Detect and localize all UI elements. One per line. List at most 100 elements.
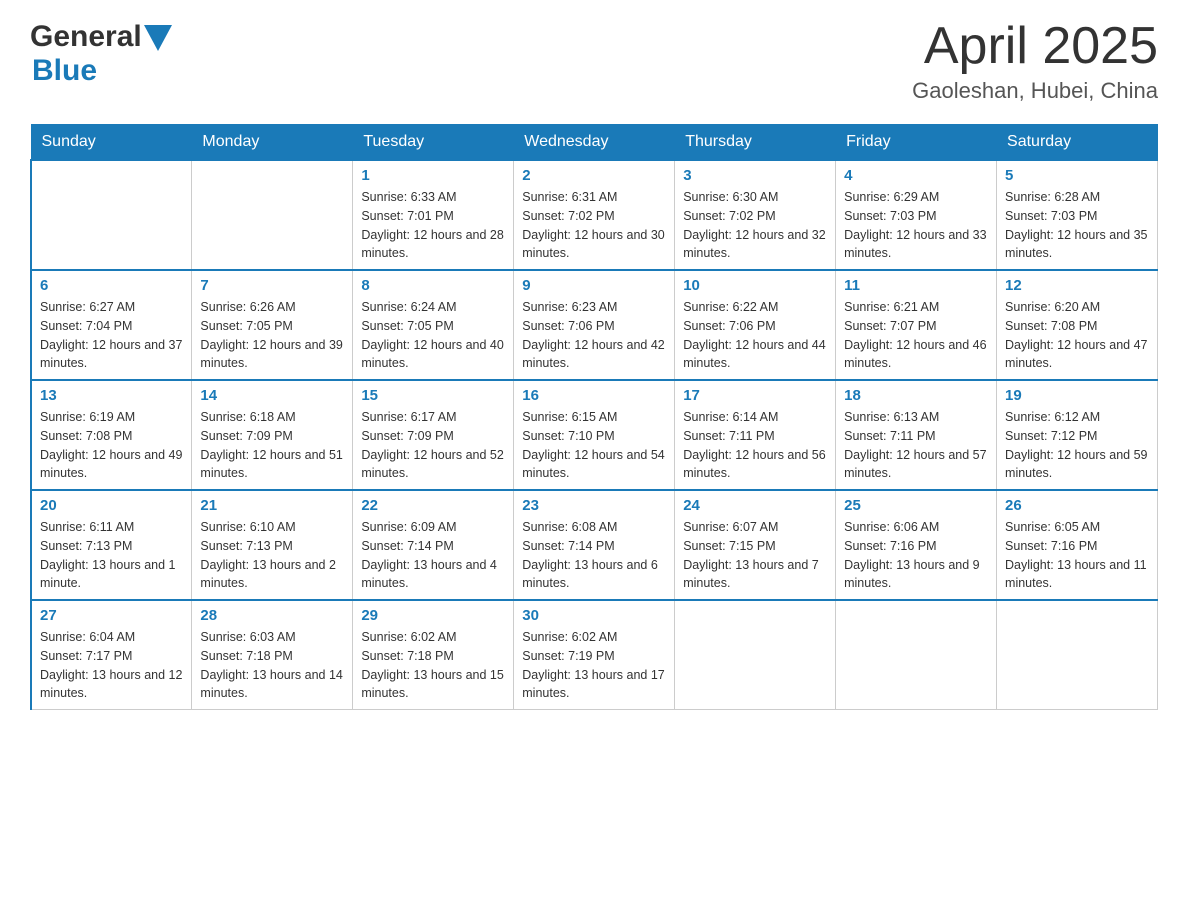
sunrise-text: Sunrise: 6:03 AM [200,628,344,647]
sunrise-text: Sunrise: 6:15 AM [522,408,666,427]
day-info: Sunrise: 6:30 AMSunset: 7:02 PMDaylight:… [683,188,827,263]
day-number: 24 [683,497,827,514]
sunrise-text: Sunrise: 6:13 AM [844,408,988,427]
sunrise-text: Sunrise: 6:31 AM [522,188,666,207]
calendar-cell: 19 Sunrise: 6:12 AMSunset: 7:12 PMDayligh… [997,380,1158,490]
day-number: 10 [683,277,827,294]
sunrise-text: Sunrise: 6:05 AM [1005,518,1149,537]
calendar-cell: 8 Sunrise: 6:24 AMSunset: 7:05 PMDaylight… [353,270,514,380]
sunrise-text: Sunrise: 6:20 AM [1005,298,1149,317]
calendar-cell: 20Sunrise: 6:11 AMSunset: 7:13 PMDayligh… [31,490,192,600]
day-number: 1 [361,167,505,184]
sunrise-text: Sunrise: 6:06 AM [844,518,988,537]
col-header-thursday: Thursday [675,125,836,161]
sunset-text: Sunset: 7:09 PM [200,427,344,446]
day-number: 2 [522,167,666,184]
calendar-cell: 13 Sunrise: 6:19 AMSunset: 7:08 PMDayligh… [31,380,192,490]
day-number: 15 [361,387,505,404]
sunset-text: Sunset: 7:01 PM [361,207,505,226]
daylight-text: Daylight: 12 hours and 59 minutes. [1005,446,1149,484]
daylight-text: Daylight: 12 hours and 40 minutes. [361,336,505,374]
col-header-monday: Monday [192,125,353,161]
calendar-header-row: SundayMondayTuesdayWednesdayThursdayFrid… [31,125,1158,161]
sunset-text: Sunset: 7:08 PM [1005,317,1149,336]
sunset-text: Sunset: 7:19 PM [522,647,666,666]
daylight-text: Daylight: 12 hours and 39 minutes. [200,336,344,374]
logo-triangle-icon [144,25,172,51]
col-header-tuesday: Tuesday [353,125,514,161]
day-info: Sunrise: 6:26 AMSunset: 7:05 PMDaylight:… [200,298,344,373]
daylight-text: Daylight: 12 hours and 56 minutes. [683,446,827,484]
sunrise-text: Sunrise: 6:04 AM [40,628,183,647]
sunset-text: Sunset: 7:16 PM [1005,537,1149,556]
daylight-text: Daylight: 13 hours and 12 minutes. [40,666,183,704]
day-number: 22 [361,497,505,514]
daylight-text: Daylight: 13 hours and 1 minute. [40,556,183,594]
calendar-cell: 1 Sunrise: 6:33 AMSunset: 7:01 PMDaylight… [353,160,514,270]
calendar-week-row: 20Sunrise: 6:11 AMSunset: 7:13 PMDayligh… [31,490,1158,600]
day-info: Sunrise: 6:12 AMSunset: 7:12 PMDaylight:… [1005,408,1149,483]
sunrise-text: Sunrise: 6:14 AM [683,408,827,427]
calendar-cell: 15 Sunrise: 6:17 AMSunset: 7:09 PMDayligh… [353,380,514,490]
sunrise-text: Sunrise: 6:19 AM [40,408,183,427]
day-number: 25 [844,497,988,514]
day-info: Sunrise: 6:17 AMSunset: 7:09 PMDaylight:… [361,408,505,483]
day-number: 16 [522,387,666,404]
day-number: 27 [40,607,183,624]
calendar-cell [31,160,192,270]
sunrise-text: Sunrise: 6:28 AM [1005,188,1149,207]
logo-blue-text: Blue [32,54,97,87]
calendar-cell: 6Sunrise: 6:27 AMSunset: 7:04 PMDaylight… [31,270,192,380]
page-header: General Blue April 2025 Gaoleshan, Hubei… [30,20,1158,104]
sunset-text: Sunset: 7:17 PM [40,647,183,666]
day-number: 13 [40,387,183,404]
sunrise-text: Sunrise: 6:09 AM [361,518,505,537]
sunrise-text: Sunrise: 6:29 AM [844,188,988,207]
day-number: 7 [200,277,344,294]
calendar-week-row: 13Sunrise: 6:19 AMSunset: 7:08 PMDayligh… [31,380,1158,490]
daylight-text: Daylight: 13 hours and 17 minutes. [522,666,666,704]
sunrise-text: Sunrise: 6:23 AM [522,298,666,317]
daylight-text: Daylight: 12 hours and 54 minutes. [522,446,666,484]
day-info: Sunrise: 6:29 AMSunset: 7:03 PMDaylight:… [844,188,988,263]
day-info: Sunrise: 6:19 AMSunset: 7:08 PMDaylight:… [40,408,183,483]
daylight-text: Daylight: 12 hours and 47 minutes. [1005,336,1149,374]
day-number: 8 [361,277,505,294]
daylight-text: Daylight: 13 hours and 11 minutes. [1005,556,1149,594]
day-info: Sunrise: 6:18 AMSunset: 7:09 PMDaylight:… [200,408,344,483]
calendar-cell: 11Sunrise: 6:21 AMSunset: 7:07 PMDayligh… [836,270,997,380]
calendar-cell: 2Sunrise: 6:31 AMSunset: 7:02 PMDaylight… [514,160,675,270]
day-info: Sunrise: 6:04 AMSunset: 7:17 PMDaylight:… [40,628,183,703]
calendar-cell: 23Sunrise: 6:08 AMSunset: 7:14 PMDayligh… [514,490,675,600]
sunset-text: Sunset: 7:08 PM [40,427,183,446]
calendar-cell: 12Sunrise: 6:20 AMSunset: 7:08 PMDayligh… [997,270,1158,380]
sunset-text: Sunset: 7:11 PM [683,427,827,446]
day-number: 19 [1005,387,1149,404]
sunset-text: Sunset: 7:10 PM [522,427,666,446]
day-number: 18 [844,387,988,404]
sunrise-text: Sunrise: 6:30 AM [683,188,827,207]
daylight-text: Daylight: 13 hours and 15 minutes. [361,666,505,704]
sunset-text: Sunset: 7:15 PM [683,537,827,556]
page-subtitle: Gaoleshan, Hubei, China [912,78,1158,104]
sunrise-text: Sunrise: 6:10 AM [200,518,344,537]
sunrise-text: Sunrise: 6:18 AM [200,408,344,427]
sunset-text: Sunset: 7:13 PM [200,537,344,556]
calendar-cell: 16 Sunrise: 6:15 AMSunset: 7:10 PMDayligh… [514,380,675,490]
daylight-text: Daylight: 12 hours and 46 minutes. [844,336,988,374]
day-number: 23 [522,497,666,514]
day-number: 20 [40,497,183,514]
day-info: Sunrise: 6:24 AMSunset: 7:05 PMDaylight:… [361,298,505,373]
calendar-week-row: 27Sunrise: 6:04 AMSunset: 7:17 PMDayligh… [31,600,1158,710]
day-info: Sunrise: 6:22 AMSunset: 7:06 PMDaylight:… [683,298,827,373]
day-info: Sunrise: 6:02 AMSunset: 7:18 PMDaylight:… [361,628,505,703]
calendar-cell: 14Sunrise: 6:18 AMSunset: 7:09 PMDayligh… [192,380,353,490]
calendar-cell: 29Sunrise: 6:02 AMSunset: 7:18 PMDayligh… [353,600,514,710]
daylight-text: Daylight: 12 hours and 35 minutes. [1005,226,1149,264]
day-info: Sunrise: 6:33 AMSunset: 7:01 PMDaylight:… [361,188,505,263]
sunrise-text: Sunrise: 6:08 AM [522,518,666,537]
sunset-text: Sunset: 7:16 PM [844,537,988,556]
day-info: Sunrise: 6:09 AMSunset: 7:14 PMDaylight:… [361,518,505,593]
calendar-cell: 27 Sunrise: 6:04 AMSunset: 7:17 PMDayligh… [31,600,192,710]
col-header-friday: Friday [836,125,997,161]
